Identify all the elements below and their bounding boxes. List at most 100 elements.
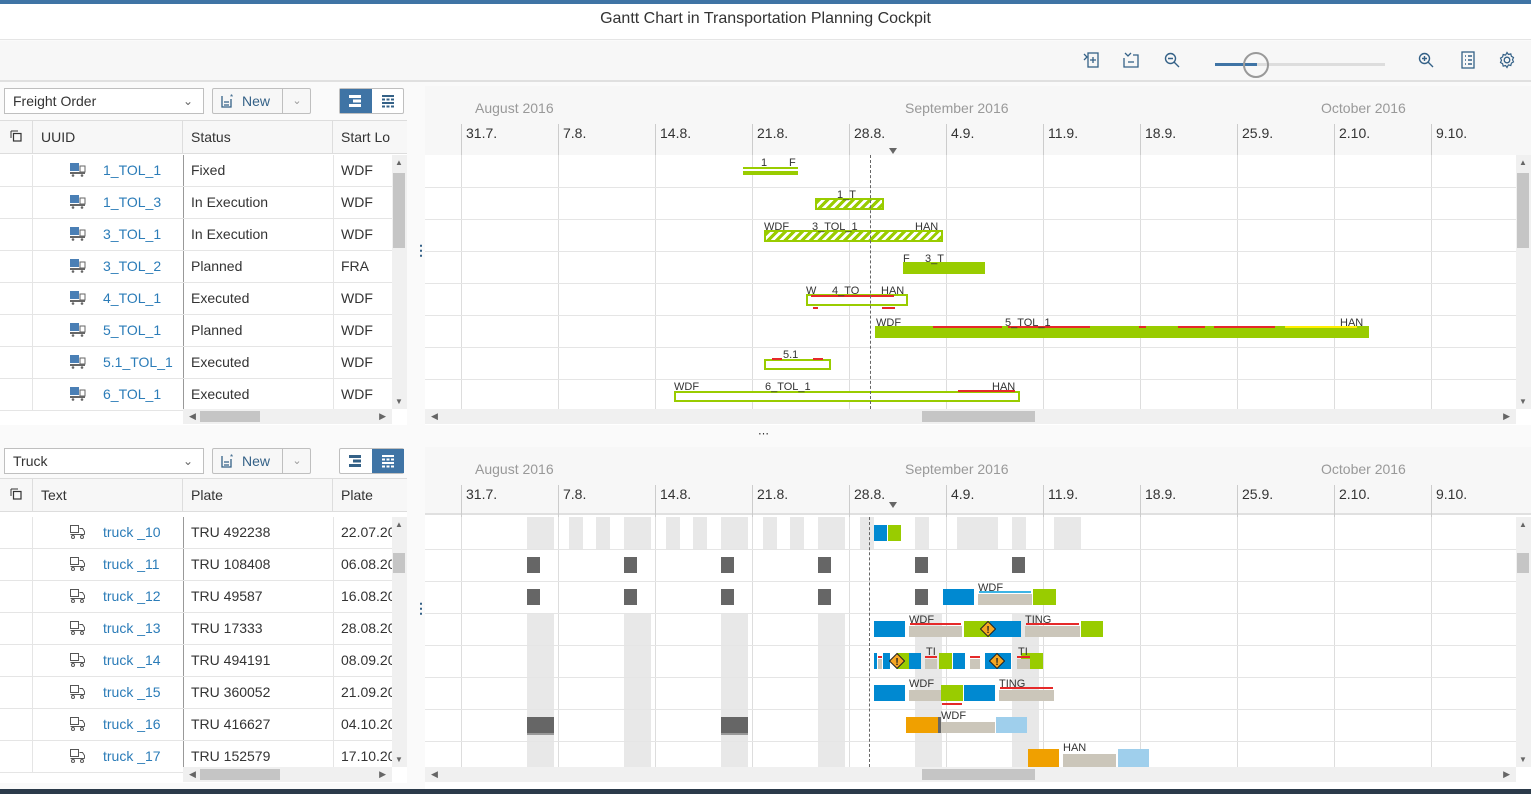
gantt-vertical-scrollbar[interactable]: ▲ ▼ <box>1516 517 1531 767</box>
zoom-slider-knob[interactable] <box>1243 52 1269 78</box>
downtime-block[interactable] <box>1012 557 1025 573</box>
panel-splitter[interactable]: ⋯ <box>0 425 1531 443</box>
zoom-out-icon[interactable] <box>1161 51 1183 73</box>
downtime-block[interactable] <box>527 717 554 735</box>
row-selector[interactable] <box>0 155 33 186</box>
scroll-right-icon[interactable]: ▶ <box>1503 767 1510 782</box>
trip-segment[interactable] <box>874 653 877 669</box>
table-row[interactable]: 1_TOL_3 In Execution WDF <box>0 187 392 219</box>
truck-link[interactable]: truck _12 <box>103 581 161 612</box>
scrollbar-thumb[interactable] <box>200 411 260 422</box>
row-selector[interactable] <box>0 741 33 772</box>
downtime-block[interactable] <box>915 589 928 605</box>
scroll-left-icon[interactable]: ◀ <box>189 409 196 424</box>
gantt-view-button[interactable] <box>340 449 372 473</box>
downtime-block[interactable] <box>721 717 748 735</box>
trip-segment[interactable] <box>964 685 995 701</box>
scroll-up-icon[interactable]: ▲ <box>1519 158 1527 167</box>
vertical-scrollbar[interactable]: ▲ ▼ <box>392 517 407 767</box>
select-all-icon[interactable] <box>0 121 33 154</box>
trip-segment[interactable] <box>888 525 901 541</box>
row-selector[interactable] <box>0 677 33 708</box>
trip-segment[interactable] <box>943 589 974 605</box>
scrollbar-thumb[interactable] <box>1517 553 1529 573</box>
settings-icon[interactable] <box>1496 51 1518 73</box>
freight-order-link[interactable]: 3_TOL_2 <box>103 251 161 282</box>
truck-link[interactable]: truck _10 <box>103 517 161 548</box>
scroll-down-icon[interactable]: ▼ <box>1519 755 1527 764</box>
select-all-icon[interactable] <box>0 479 33 512</box>
row-selector[interactable] <box>0 581 33 612</box>
scrollbar-thumb[interactable] <box>393 553 405 573</box>
vertical-scrollbar[interactable]: ▲ ▼ <box>392 155 407 409</box>
delay-indicator[interactable] <box>878 656 882 658</box>
delay-indicator[interactable] <box>1214 326 1275 328</box>
collapse-icon[interactable] <box>1120 51 1142 73</box>
delay-indicator[interactable] <box>933 326 1002 328</box>
table-row[interactable]: 3_TOL_2 Planned FRA <box>0 251 392 283</box>
downtime-block[interactable] <box>527 589 540 605</box>
trip-segment[interactable] <box>1031 653 1043 669</box>
column-header-uuid[interactable]: UUID <box>33 121 183 154</box>
scroll-up-icon[interactable]: ▲ <box>395 520 403 529</box>
new-button[interactable]: * New ⌄ <box>212 88 311 114</box>
table-row[interactable]: 1_TOL_1 Fixed WDF <box>0 155 392 187</box>
row-selector[interactable] <box>0 709 33 740</box>
trip-segment[interactable] <box>909 653 921 669</box>
zoom-in-icon[interactable] <box>1415 51 1437 73</box>
downtime-block[interactable] <box>818 589 831 605</box>
column-header-plate[interactable]: Plate <box>183 479 333 512</box>
downtime-block[interactable] <box>721 557 734 573</box>
table-row[interactable]: 5_TOL_1 Planned WDF <box>0 315 392 347</box>
row-selector[interactable] <box>0 251 33 282</box>
trip-segment[interactable] <box>999 690 1054 701</box>
scroll-left-icon[interactable]: ◀ <box>189 767 196 782</box>
trip-segment[interactable] <box>906 717 938 733</box>
scroll-right-icon[interactable]: ▶ <box>1503 409 1510 424</box>
trip-segment[interactable] <box>878 659 882 669</box>
downtime-block[interactable] <box>721 589 734 605</box>
column-header-plate-expiry[interactable]: Plate Ex <box>333 479 392 536</box>
truck-link[interactable]: truck _17 <box>103 741 161 772</box>
trip-segment[interactable] <box>1033 589 1056 605</box>
expand-icon[interactable] <box>1080 51 1102 73</box>
warning-icon[interactable]: ! <box>888 652 906 670</box>
freight-order-link[interactable]: 1_TOL_1 <box>103 155 161 186</box>
delay-indicator[interactable] <box>1178 326 1205 328</box>
row-selector[interactable] <box>0 219 33 250</box>
trip-segment[interactable] <box>941 722 995 733</box>
trip-segment[interactable] <box>1017 659 1030 669</box>
freight-order-link[interactable]: 6_TOL_1 <box>103 379 161 410</box>
scroll-right-icon[interactable]: ▶ <box>379 409 386 424</box>
column-header-text[interactable]: Text <box>33 479 183 512</box>
warning-icon[interactable]: ! <box>988 652 1006 670</box>
row-selector[interactable] <box>0 517 33 548</box>
downtime-block[interactable] <box>624 557 637 573</box>
scrollbar-thumb[interactable] <box>1517 173 1529 248</box>
gantt-view-button[interactable] <box>340 89 372 113</box>
scroll-left-icon[interactable]: ◀ <box>431 409 438 424</box>
delay-indicator[interactable] <box>813 358 823 360</box>
trip-segment[interactable] <box>1028 749 1059 767</box>
scrollbar-thumb[interactable] <box>922 411 1035 422</box>
freight-order-link[interactable]: 1_TOL_3 <box>103 187 161 218</box>
scrollbar-thumb[interactable] <box>393 173 405 248</box>
truck-link[interactable]: truck _14 <box>103 645 161 676</box>
new-dropdown-chevron-icon[interactable]: ⌄ <box>282 89 311 113</box>
row-selector[interactable] <box>0 347 33 378</box>
trip-segment[interactable] <box>996 717 1027 733</box>
trip-segment[interactable] <box>874 525 887 541</box>
table-row[interactable]: 4_TOL_1 Executed WDF <box>0 283 392 315</box>
scrollbar-thumb[interactable] <box>922 769 1035 780</box>
downtime-block[interactable] <box>915 557 928 573</box>
downtime-block[interactable] <box>527 557 540 573</box>
delay-indicator[interactable] <box>772 358 782 360</box>
trip-segment[interactable] <box>925 659 937 669</box>
warning-icon[interactable]: ! <box>979 620 997 638</box>
new-button[interactable]: * New ⌄ <box>212 448 311 474</box>
utilization-view-button[interactable] <box>372 449 404 473</box>
gantt-horizontal-scrollbar[interactable]: ◀ ▶ <box>425 409 1516 424</box>
trip-segment[interactable] <box>874 621 905 637</box>
freight-order-bar[interactable] <box>674 391 1020 402</box>
resource-type-select[interactable]: Truck ⌄ <box>4 448 204 474</box>
